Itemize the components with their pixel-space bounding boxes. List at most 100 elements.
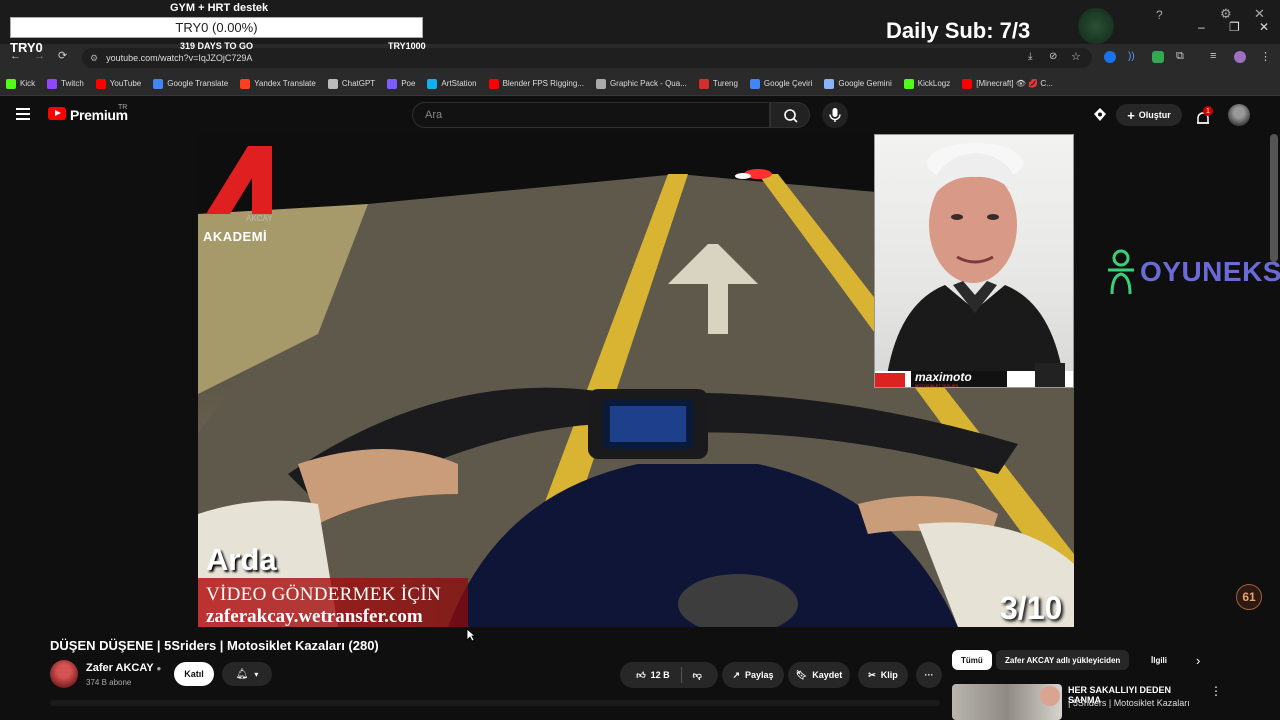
puzzle-icon[interactable]: ⧉ (1176, 50, 1184, 63)
bookmark-item[interactable]: Poe (387, 78, 416, 89)
yandex-icon (240, 78, 251, 89)
subscription-bell-button[interactable]: 🔔︎ ▾ (222, 662, 272, 686)
channel-avatar[interactable] (50, 660, 78, 688)
bookmark-item[interactable]: YouTube (95, 78, 142, 89)
channel-name[interactable]: Zafer AKCAY ● (86, 662, 161, 674)
minimize-icon[interactable]: – (1198, 20, 1205, 34)
close-window-icon[interactable]: ✕ (1259, 20, 1269, 34)
bookmark-item[interactable]: Blender FPS Rigging... (488, 78, 584, 89)
bookmark-item[interactable]: Tureng (698, 78, 738, 89)
channel-badge-text: 61 (1242, 590, 1256, 604)
search-icon (784, 109, 798, 123)
kebab-menu-icon[interactable]: ⋮ (1260, 50, 1271, 63)
bookmark-item[interactable]: Kick (6, 78, 35, 89)
search-button[interactable] (770, 102, 810, 128)
youtube-masthead: Premium TR Ara + Oluştur (0, 96, 1280, 134)
bookmark-label: Twitch (61, 79, 84, 88)
oyuneks-text: OYUNEKS (1140, 256, 1280, 287)
bookmark-item[interactable]: [Minecraft] 👁 💋 C... (962, 78, 1053, 89)
chevron-right-icon[interactable]: › (1196, 653, 1200, 668)
bookmark-icon: 🔖︎ (795, 669, 808, 680)
bookmark-label: Poe (401, 79, 416, 88)
menu-icon[interactable] (16, 108, 30, 120)
add-video-icon[interactable] (1092, 107, 1108, 123)
goal-current: TRY0 (10, 40, 43, 55)
share-button[interactable]: ↗ Paylaş (722, 662, 784, 688)
bookmark-item[interactable]: Yandex Translate (240, 78, 316, 89)
youtube-logo-icon[interactable] (48, 107, 66, 120)
chatgpt-icon (327, 78, 338, 89)
eye-off-icon[interactable]: ⊘ (1049, 51, 1057, 62)
search-input[interactable]: Ara (412, 102, 770, 128)
bookmark-item[interactable]: Twitch (47, 78, 84, 89)
scissors-icon: ✂ (868, 669, 876, 680)
bookmark-item[interactable]: Google Çeviri (749, 78, 812, 89)
sponsor-logo-text: maximoto (915, 370, 972, 384)
create-button[interactable]: + Oluştur (1116, 104, 1182, 126)
site-info-icon[interactable]: ⚙ (90, 53, 98, 64)
presenter-image (875, 143, 1073, 387)
bookmark-item[interactable]: Google Gemini (824, 78, 892, 89)
bookmark-item[interactable]: Graphic Pack - Qua... (595, 78, 687, 89)
clip-button[interactable]: ✂ Klip (858, 662, 908, 688)
bookmark-label: Graphic Pack - Qua... (609, 79, 687, 88)
url-text: youtube.com/watch?v=IqJZOjC729A (106, 53, 253, 63)
more-actions-button[interactable]: ··· (916, 662, 942, 688)
akademi-logo-small-text: AKCAY (246, 214, 273, 223)
person-logo-icon (1108, 249, 1134, 295)
tab-avatar[interactable] (1078, 8, 1114, 44)
reload-icon[interactable]: ⟳ (58, 49, 67, 62)
recommended-menu-icon[interactable]: ⋮ (1210, 684, 1222, 698)
profile-icon[interactable] (1234, 51, 1246, 63)
thumbnail-face (1040, 686, 1060, 706)
bookmark-label: KickLogz (917, 79, 951, 88)
share-label: Paylaş (745, 670, 774, 680)
page-scrollbar[interactable] (1270, 134, 1278, 262)
poe-icon (387, 78, 398, 89)
notification-badge: 1 (1203, 106, 1213, 116)
rider-name: Arda (206, 542, 277, 577)
chip-uploader[interactable]: Zafer AKCAY adlı yükleyiciden (996, 650, 1130, 670)
bookmark-label: ChatGPT (341, 79, 376, 88)
share-icon: ↗ (732, 669, 740, 680)
like-icon[interactable]: 👍︎ (636, 670, 645, 681)
help-icon[interactable]: ? (1156, 8, 1163, 22)
mic-icon (829, 108, 841, 122)
save-button[interactable]: 🔖︎ Kaydet (788, 662, 850, 688)
recommended-thumbnail[interactable] (952, 684, 1062, 720)
cta-line-2: zaferakcay.wetransfer.com (206, 606, 423, 627)
maximize-icon[interactable]: ❐ (1229, 20, 1240, 34)
install-icon[interactable]: ⤓ (1028, 51, 1032, 62)
address-bar[interactable]: ⚙ youtube.com/watch?v=IqJZOjC729A (82, 48, 1092, 68)
voice-search-button[interactable] (822, 102, 848, 128)
bookmark-item[interactable]: Google Translate (153, 78, 228, 89)
subscriber-count: 374 B abone (86, 678, 132, 687)
youtube-icon (962, 78, 973, 89)
youtube-icon (95, 78, 106, 89)
channel-name-text: Zafer AKCAY (86, 662, 154, 674)
extension-icon-2[interactable]: )) (1128, 51, 1140, 63)
bookmark-item[interactable]: ChatGPT (327, 78, 376, 89)
kick-icon (6, 78, 16, 89)
bookmarks-bar: Kick Twitch YouTube Google Translate Yandex … (0, 72, 1280, 96)
star-icon[interactable]: ☆ (1071, 50, 1081, 63)
translate-icon (153, 78, 164, 89)
bookmark-label: YouTube (109, 79, 142, 88)
menu-list-icon[interactable]: ≡ (1210, 50, 1216, 62)
dislike-icon[interactable]: 👎︎ (693, 670, 702, 681)
bookmark-item[interactable]: KickLogz (903, 78, 951, 89)
join-button[interactable]: Katıl (174, 662, 214, 686)
account-avatar[interactable] (1228, 104, 1250, 126)
globe-icon (595, 78, 606, 89)
goal-progress-text: TRY0 (0.00%) (175, 20, 258, 35)
chip-all[interactable]: Tümü (952, 650, 992, 670)
tureng-icon (698, 78, 709, 89)
extension-icon-1[interactable] (1104, 51, 1116, 63)
chip-related[interactable]: İlgili (1142, 650, 1176, 670)
recommended-subtitle[interactable]: | 5Sriders | Motosiklet Kazaları (1068, 698, 1190, 708)
bookmark-item[interactable]: ArtStation (427, 78, 477, 89)
sponsor-logo: maximoto MOTOSİKLET YAŞLARI (911, 370, 1007, 387)
extension-icon-3[interactable] (1152, 51, 1164, 63)
like-count[interactable]: 12 B (651, 670, 670, 680)
akademi-logo-icon (206, 146, 272, 214)
